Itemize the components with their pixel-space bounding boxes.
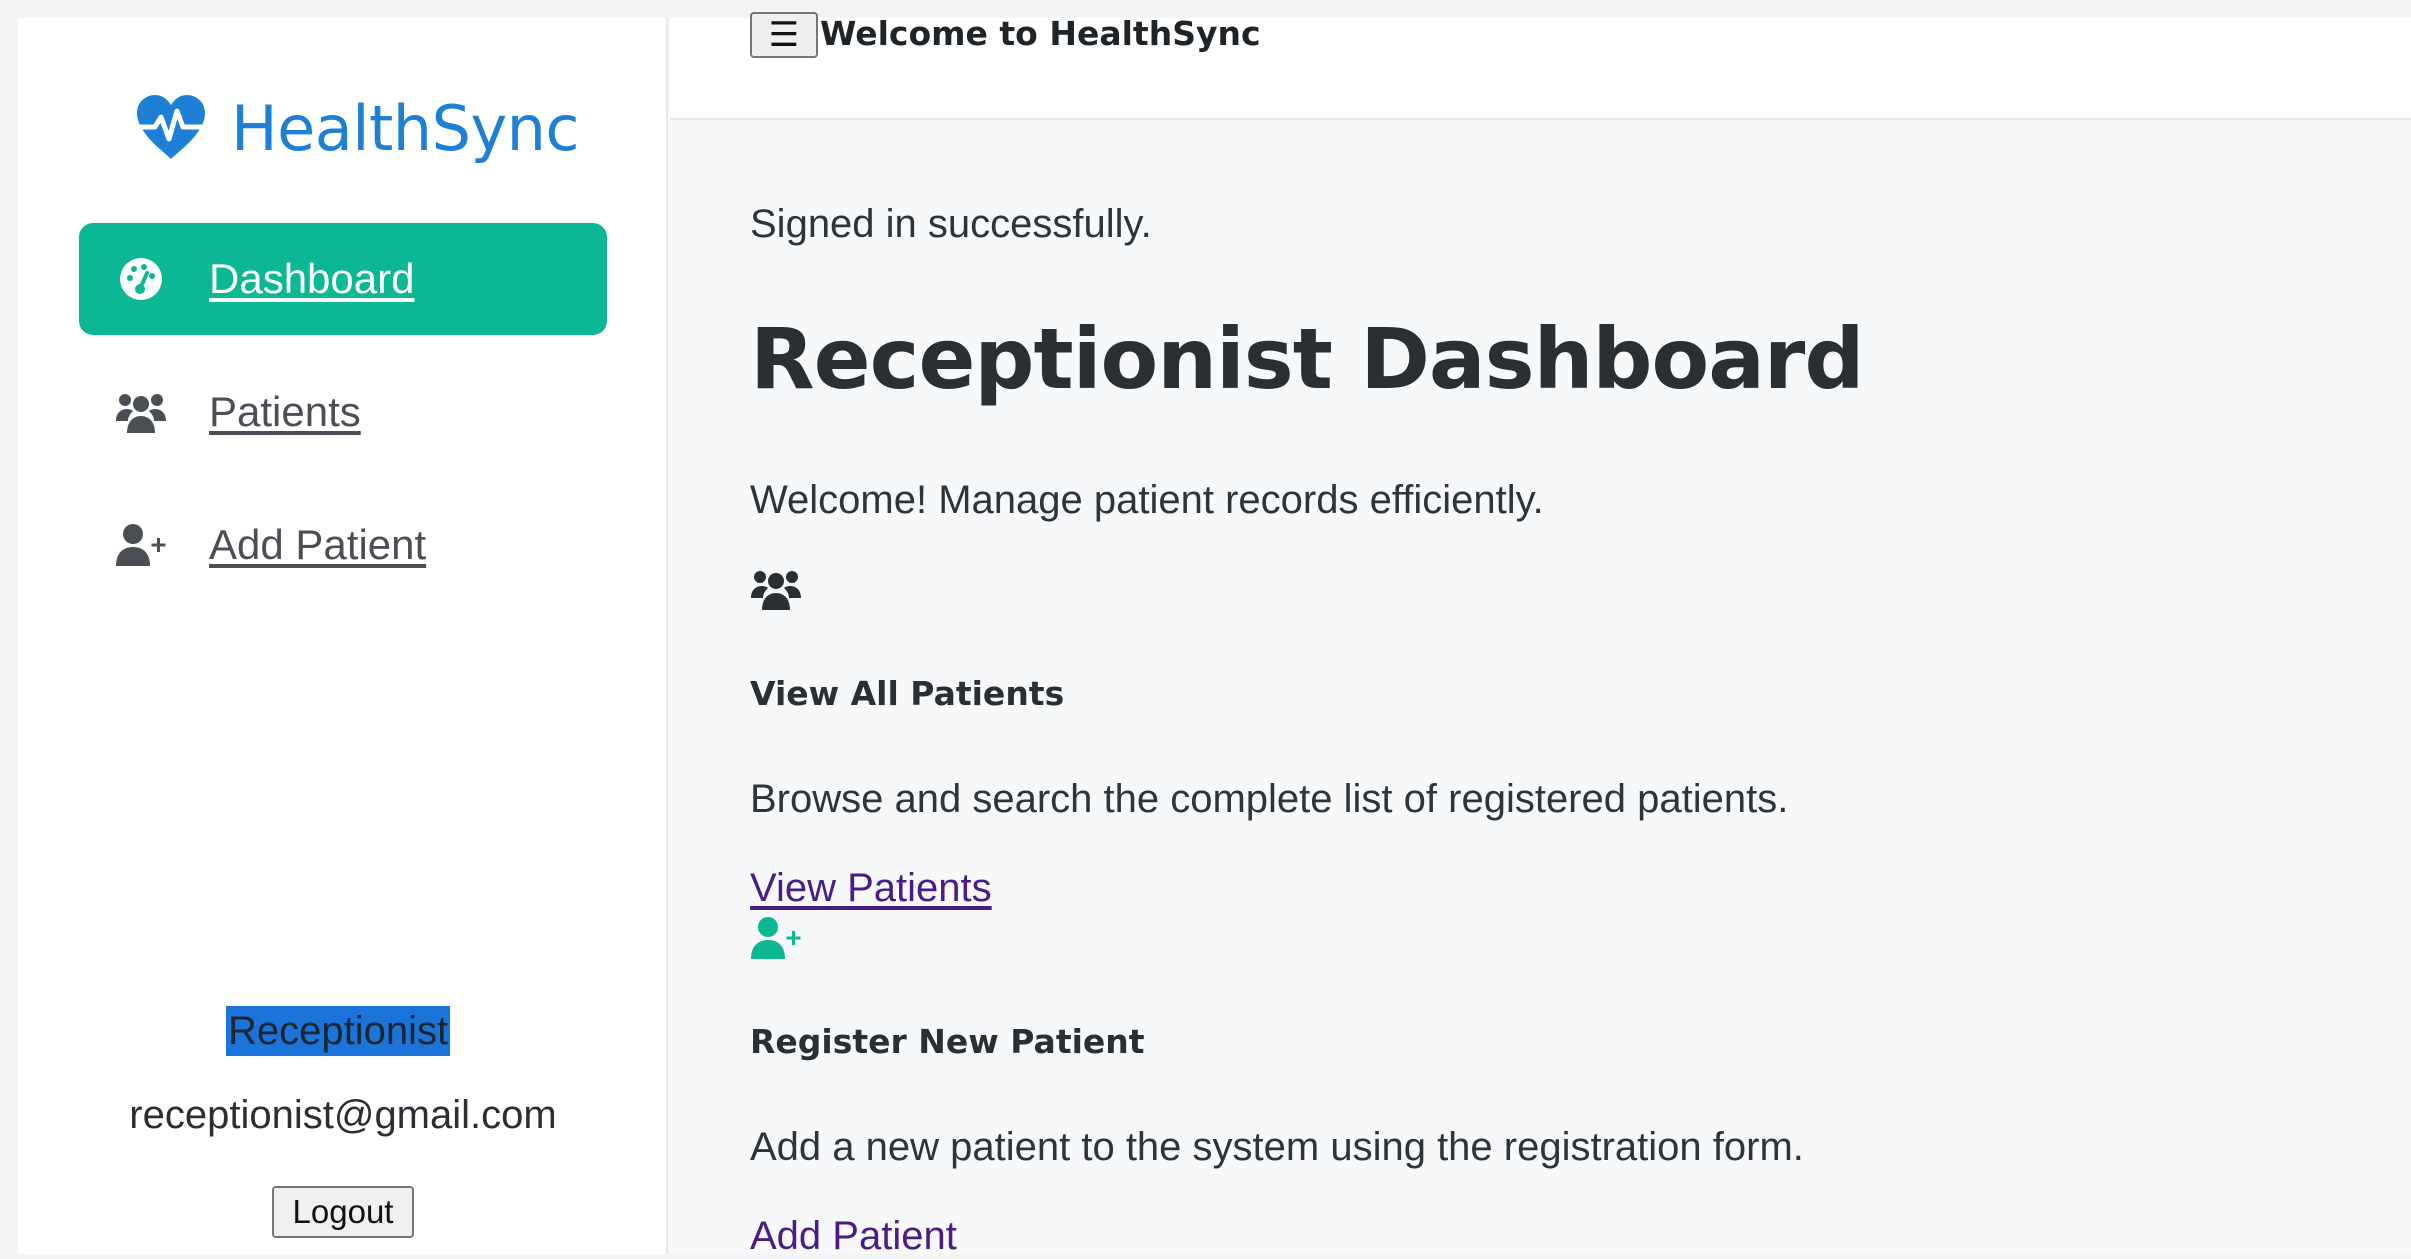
sidebar-item-label: Add Patient xyxy=(209,521,427,568)
logout-button[interactable]: Logout xyxy=(272,1186,414,1238)
sidebar-item-label: Dashboard xyxy=(209,255,415,302)
user-plus-icon xyxy=(751,917,801,959)
sidebar-item-patients[interactable]: Patients xyxy=(79,356,607,468)
app-window: HealthSync Dashboard Patients Add Patien… xyxy=(0,0,2411,1258)
brand-name: HealthSync xyxy=(231,91,580,165)
top-header: ☰ Welcome to HealthSync xyxy=(670,12,2411,120)
view-patients-link[interactable]: View Patients xyxy=(750,866,992,911)
sidebar-item-dashboard[interactable]: Dashboard xyxy=(79,223,607,335)
user-plus-icon xyxy=(116,524,166,566)
menu-toggle-button[interactable]: ☰ xyxy=(750,12,818,58)
gauge-icon xyxy=(120,258,162,300)
user-role: Receptionist xyxy=(226,1006,451,1056)
card-description: Add a new patient to the system using th… xyxy=(750,1125,1804,1169)
header-title: Welcome to HealthSync xyxy=(820,14,1261,53)
card-title-view-patients: View All Patients xyxy=(750,674,1065,713)
heart-pulse-icon xyxy=(133,95,209,159)
brand-logo[interactable]: HealthSync xyxy=(133,73,580,183)
sidebar: HealthSync Dashboard Patients Add Patien… xyxy=(18,18,668,1254)
flash-message: Signed in successfully. xyxy=(750,202,1152,246)
users-icon xyxy=(116,394,166,433)
main-content: Signed in successfully. Receptionist Das… xyxy=(670,122,2411,1258)
sidebar-item-label: Patients xyxy=(209,388,361,435)
sidebar-item-add-patient[interactable]: Add Patient xyxy=(79,489,607,601)
page-title: Receptionist Dashboard xyxy=(750,310,1864,408)
users-icon xyxy=(751,571,801,610)
window-left-edge xyxy=(0,0,18,1254)
user-email: receptionist@gmail.com xyxy=(129,1093,557,1137)
add-patient-link[interactable]: Add Patient xyxy=(750,1214,957,1259)
welcome-text: Welcome! Manage patient records efficien… xyxy=(750,478,1544,522)
card-description: Browse and search the complete list of r… xyxy=(750,777,1789,821)
card-title-register-patient: Register New Patient xyxy=(750,1022,1145,1061)
